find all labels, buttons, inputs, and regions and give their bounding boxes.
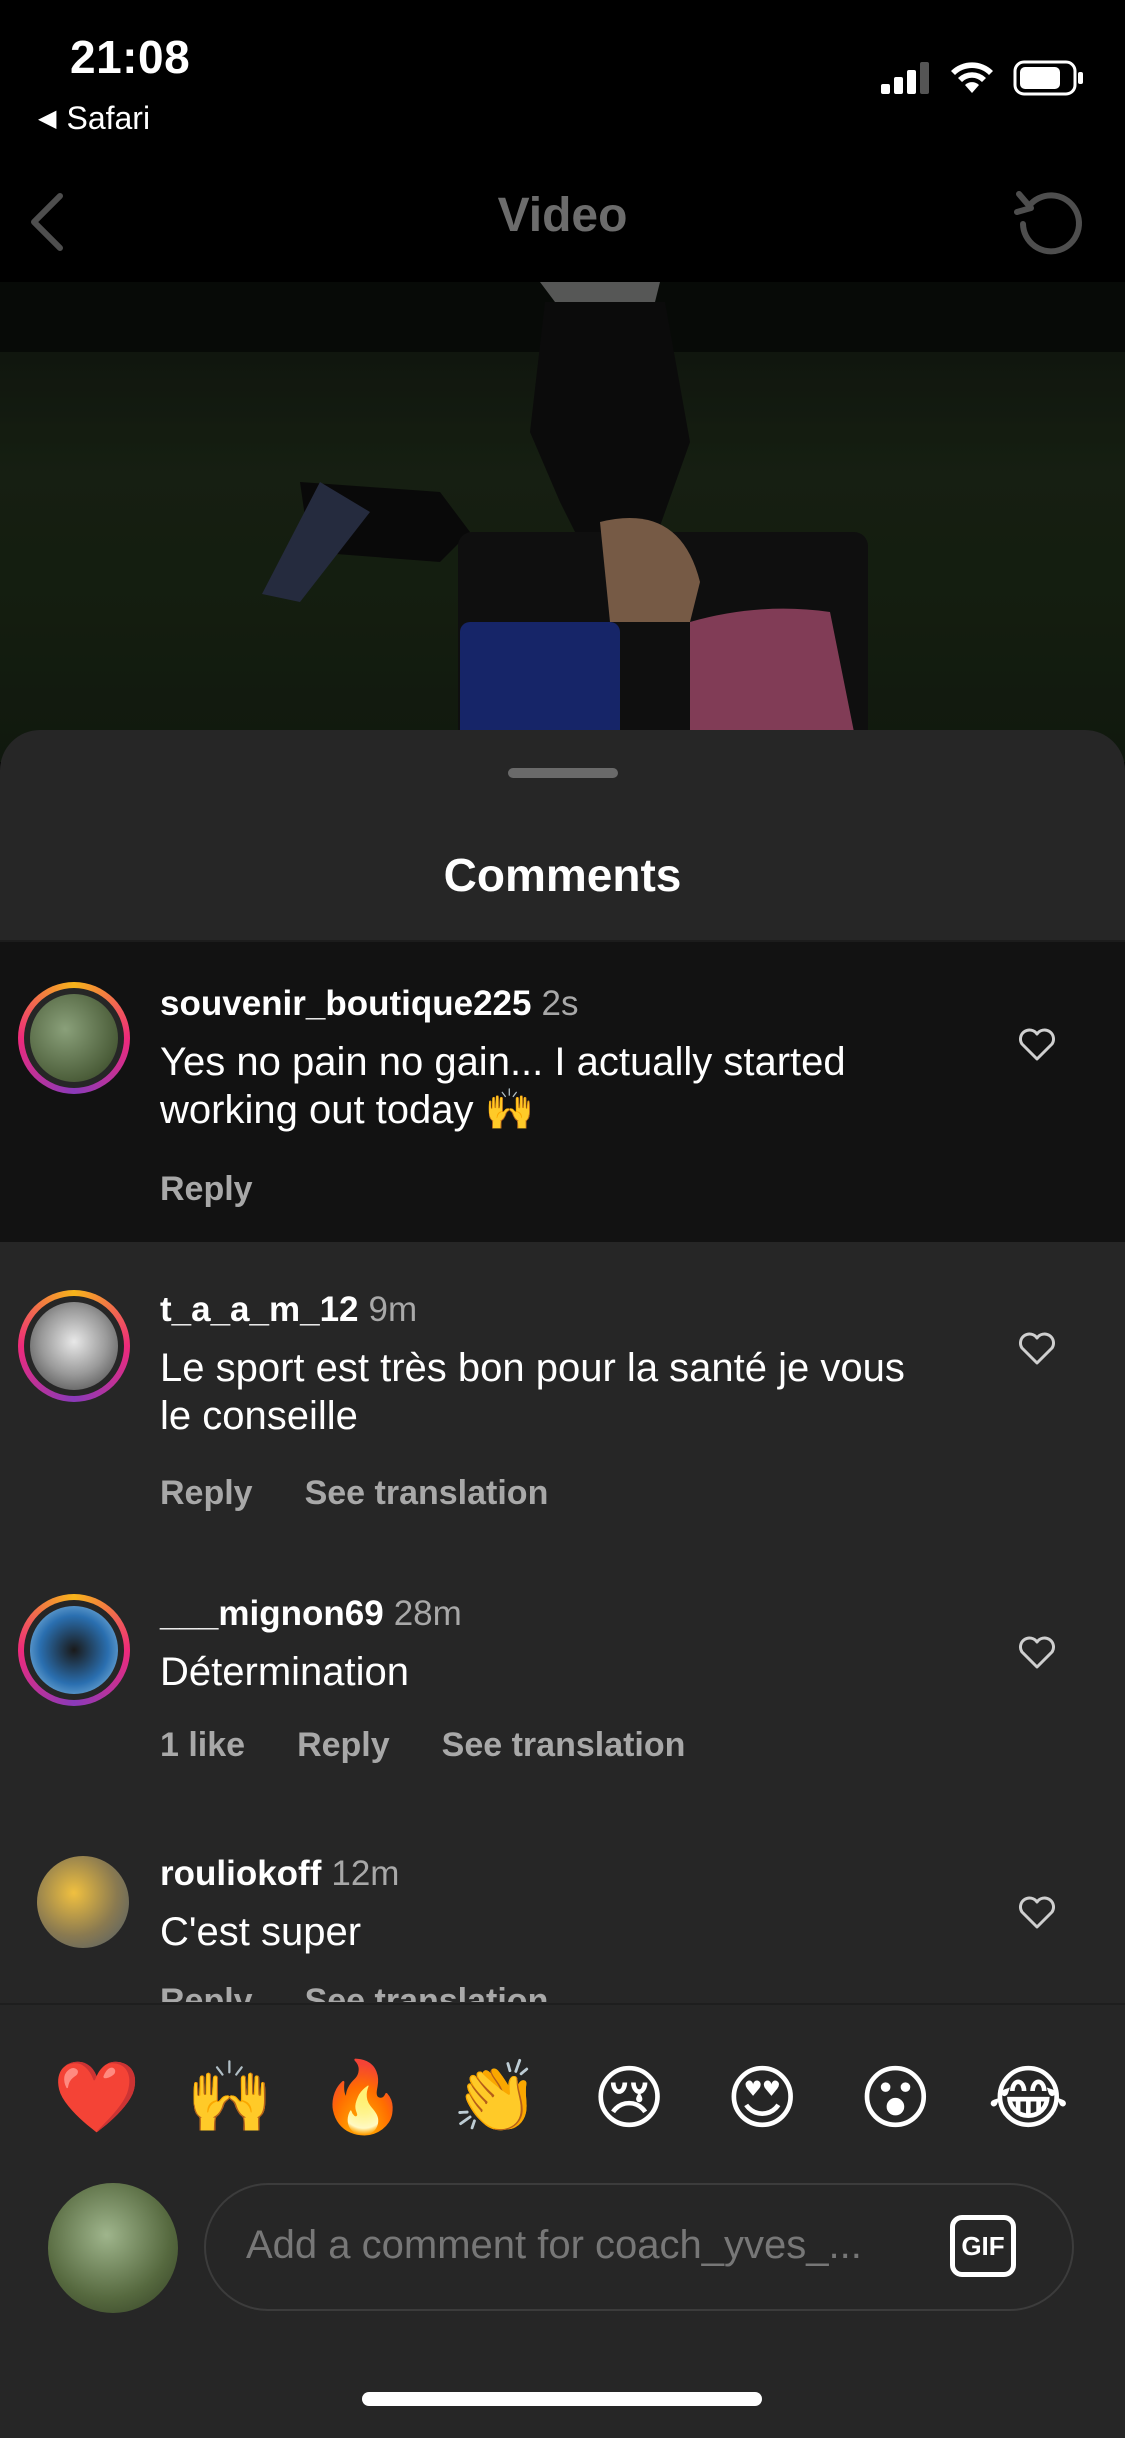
heart-icon[interactable]: [1017, 1026, 1057, 1062]
comment-header: ___mignon69 28m: [160, 1594, 462, 1634]
battery-icon: [1013, 60, 1083, 96]
heart-eyes-emoji-button[interactable]: 😍: [717, 2053, 807, 2143]
back-to-safari-link[interactable]: ◀ Safari: [38, 100, 150, 137]
crying-emoji-button[interactable]: 😢: [584, 2053, 674, 2143]
avatar-image: [30, 1606, 118, 1694]
reply-button[interactable]: Reply: [160, 1170, 253, 1209]
comment-row: ___mignon69 28m Détermination 1 like Repl…: [0, 1542, 1125, 1802]
heart-icon[interactable]: [1017, 1330, 1057, 1366]
comment-text: Détermination: [160, 1650, 410, 1694]
comment-row: souvenir_boutique225 2s Yes no pain no ga…: [0, 942, 1125, 1242]
nav-bar: Video: [0, 160, 1125, 282]
comment-username[interactable]: souvenir_boutique225: [160, 984, 531, 1023]
video-player[interactable]: [0, 282, 1125, 762]
comment-username[interactable]: t_a_a_m_12: [160, 1290, 359, 1329]
page-title: Video: [497, 189, 628, 242]
avatar-image: [30, 994, 118, 1082]
heart-icon[interactable]: [1017, 1634, 1057, 1670]
status-time: 21:08: [70, 31, 191, 83]
heart-emoji-button[interactable]: ❤️: [52, 2053, 142, 2143]
gif-button[interactable]: GIF: [950, 2215, 1016, 2277]
comment-row: t_a_a_m_12 9m Le sport est très bon pour …: [0, 1242, 1125, 1542]
see-translation-button[interactable]: See translation: [305, 1474, 549, 1513]
comment-row: rouliokoff 12m C'est super Reply See tran…: [0, 1802, 1125, 2002]
avatar[interactable]: [18, 982, 130, 1094]
laughing-emoji-button[interactable]: 😂: [983, 2053, 1073, 2143]
heart-icon[interactable]: [1017, 1894, 1057, 1930]
raised-hands-emoji-button[interactable]: 🙌: [185, 2053, 275, 2143]
sheet-grabber[interactable]: [508, 768, 618, 778]
fire-emoji-button[interactable]: 🔥: [318, 2053, 408, 2143]
avatar[interactable]: [37, 1856, 129, 1948]
cellular-signal-icon: [881, 62, 929, 94]
likes-count[interactable]: 1 like: [160, 1726, 245, 1765]
comment-input-placeholder: Add a comment for coach_yves_...: [246, 2223, 862, 2267]
avatar[interactable]: [18, 1594, 130, 1706]
comment-time: 12m: [331, 1854, 400, 1893]
avatar[interactable]: [18, 1290, 130, 1402]
reply-button[interactable]: Reply: [160, 1982, 253, 2002]
comment-time: 28m: [393, 1594, 462, 1633]
comment-actions: Reply See translation: [160, 1474, 548, 1513]
comment-text: Le sport est très bon pour la santé je v…: [160, 1346, 905, 1438]
quick-reactions-bar: ❤️ 🙌 🔥 👏 😢 😍 😮 😂: [0, 2053, 1125, 2143]
avatar-image: [30, 1302, 118, 1390]
comment-input[interactable]: Add a comment for coach_yves_... GIF: [204, 2183, 1074, 2311]
comment-time: 2s: [541, 984, 579, 1023]
status-icons: [881, 60, 1085, 96]
comment-header: rouliokoff 12m: [160, 1854, 399, 1894]
reply-button[interactable]: Reply: [160, 1474, 253, 1513]
comment-actions: Reply See translation: [160, 1982, 548, 2002]
comment-header: souvenir_boutique225 2s: [160, 984, 578, 1024]
comment-actions: 1 like Reply See translation: [160, 1726, 685, 1765]
replay-icon[interactable]: [1009, 180, 1089, 260]
video-dim-overlay: [0, 282, 1125, 762]
back-triangle-icon: ◀: [38, 105, 57, 132]
home-indicator: [362, 2392, 762, 2406]
clapping-emoji-button[interactable]: 👏: [451, 2053, 541, 2143]
see-translation-button[interactable]: See translation: [442, 1726, 686, 1765]
comment-actions: Reply: [160, 1170, 253, 1209]
comment-composer-panel: ❤️ 🙌 🔥 👏 😢 😍 😮 😂 Add a comment for coach…: [0, 2003, 1125, 2438]
comment-text: C'est super: [160, 1910, 362, 1954]
comment-time: 9m: [368, 1290, 418, 1329]
comment-username[interactable]: ___mignon69: [160, 1594, 384, 1633]
see-translation-button[interactable]: See translation: [305, 1982, 549, 2002]
surprised-emoji-button[interactable]: 😮: [850, 2053, 940, 2143]
reply-button[interactable]: Reply: [297, 1726, 390, 1765]
status-bar: 21:08 ◀ Safari: [0, 0, 1125, 160]
comments-title: Comments: [443, 849, 682, 901]
wifi-icon: [951, 62, 993, 93]
comment-header: t_a_a_m_12 9m: [160, 1290, 417, 1330]
comment-text: Yes no pain no gain... I actually starte…: [160, 1040, 846, 1132]
comment-username[interactable]: rouliokoff: [160, 1854, 321, 1893]
my-avatar: [48, 2183, 178, 2313]
back-app-label: Safari: [66, 100, 151, 136]
